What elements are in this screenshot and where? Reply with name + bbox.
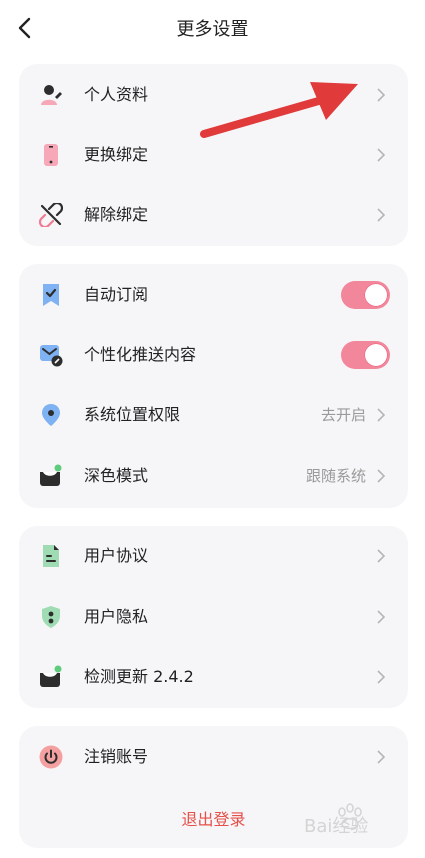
chevron-right-icon	[377, 408, 386, 422]
row-label: 自动订阅	[84, 285, 149, 304]
row-check-update[interactable]: 检测更新 2.4.2	[19, 647, 408, 707]
row-unbind[interactable]: 解除绑定	[19, 185, 408, 245]
row-label: 注销账号	[84, 747, 149, 766]
chevron-right-icon	[377, 670, 386, 684]
push-mail-icon	[40, 345, 63, 367]
location-icon	[42, 404, 60, 426]
row-location-permission[interactable]: 系统位置权限 去开启	[19, 385, 408, 445]
toggle-knob	[364, 283, 388, 307]
row-auto-subscribe: 自动订阅	[19, 265, 408, 325]
row-label: 检测更新 2.4.2	[84, 667, 194, 686]
row-label: 解除绑定	[84, 205, 149, 224]
row-label: 用户隐私	[84, 607, 149, 626]
watermark-logo-icon: Bai经验	[304, 803, 368, 837]
row-label: 个性化推送内容	[84, 345, 197, 364]
row-dark-mode[interactable]: 深色模式 跟随系统	[19, 446, 408, 506]
row-value: 跟随系统	[305, 467, 366, 485]
unlink-icon	[39, 203, 63, 227]
row-label: 更换绑定	[84, 145, 149, 164]
chevron-right-icon	[377, 148, 386, 162]
chevron-right-icon	[377, 88, 386, 102]
row-value: 去开启	[320, 406, 366, 424]
preferences-card: 自动订阅 个性化推送内容 系统位置权限 去开启 深色模式 跟随系统	[19, 264, 408, 508]
agreement-icon	[43, 545, 59, 567]
bookmark-icon	[43, 284, 59, 306]
about-card: 用户协议 用户隐私 检测更新 2.4.2	[19, 526, 408, 708]
row-label: 个人资料	[84, 85, 149, 104]
dark-mode-icon	[40, 464, 62, 486]
watermark: Bai经验	[302, 800, 420, 844]
privacy-icon	[42, 606, 60, 628]
row-label: 用户协议	[84, 546, 149, 565]
header: 更多设置	[0, 0, 425, 58]
profile-icon	[41, 85, 62, 105]
row-user-privacy[interactable]: 用户隐私	[19, 587, 408, 647]
update-icon	[40, 665, 62, 687]
row-label: 深色模式	[84, 466, 149, 485]
chevron-right-icon	[377, 750, 386, 764]
svg-text:Bai经验: Bai经验	[304, 816, 368, 837]
row-personalized-push: 个性化推送内容	[19, 325, 408, 385]
phone-icon	[44, 144, 58, 166]
power-icon	[39, 745, 63, 769]
row-profile[interactable]: 个人资料	[19, 65, 408, 125]
page-title: 更多设置	[176, 19, 249, 40]
account-card: 个人资料 更换绑定 解除绑定	[19, 64, 408, 246]
chevron-right-icon	[377, 469, 386, 483]
auto-subscribe-toggle[interactable]	[341, 281, 390, 309]
chevron-right-icon	[377, 610, 386, 624]
chevron-right-icon	[377, 208, 386, 222]
row-user-agreement[interactable]: 用户协议	[19, 526, 408, 586]
row-label: 系统位置权限	[84, 405, 181, 424]
row-cancel-account[interactable]: 注销账号	[19, 727, 408, 787]
personalized-push-toggle[interactable]	[341, 341, 390, 369]
chevron-right-icon	[377, 549, 386, 563]
row-change-binding[interactable]: 更换绑定	[19, 125, 408, 185]
toggle-knob	[364, 343, 388, 367]
